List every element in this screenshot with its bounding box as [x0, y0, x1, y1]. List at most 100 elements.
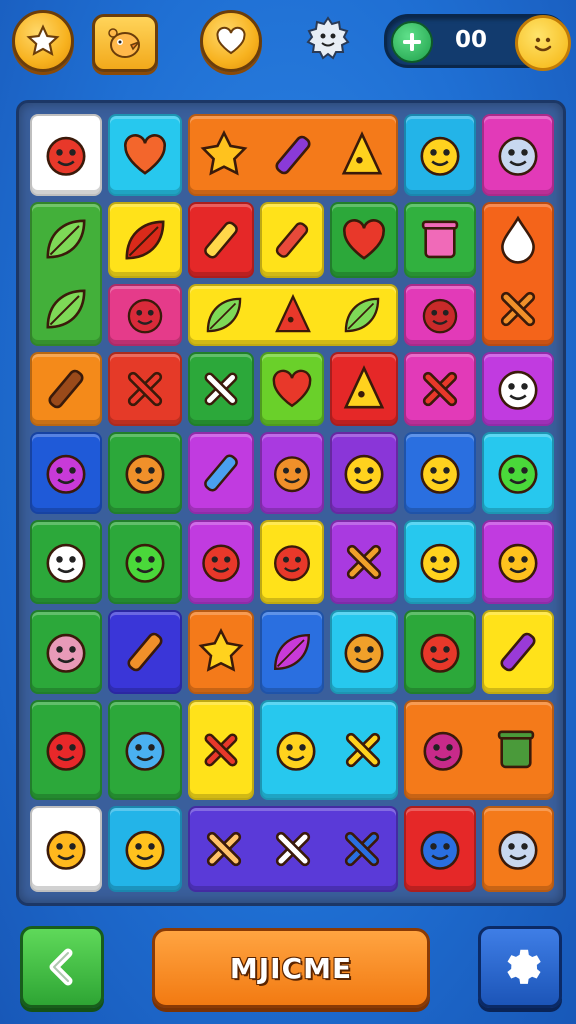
tile-green-ball[interactable] — [404, 610, 476, 694]
tile-pencil[interactable] — [188, 202, 254, 278]
leaf-icon — [46, 289, 86, 329]
gear-icon — [507, 949, 541, 984]
tile-leaves[interactable] — [30, 202, 102, 346]
cheese-icon — [341, 131, 382, 175]
tile-sun-carrot-cheese[interactable] — [188, 114, 398, 196]
star-icon — [26, 24, 60, 56]
smiley-coin — [515, 15, 571, 71]
heart-button[interactable] — [200, 10, 262, 72]
tile-leaves-yellow[interactable] — [188, 284, 398, 346]
tile-ring[interactable] — [404, 520, 476, 604]
red-cone-icon — [275, 293, 311, 333]
tile-robot[interactable] — [404, 202, 476, 278]
acorn-icon — [125, 454, 165, 494]
fox-icon — [500, 291, 536, 327]
tile-red-x[interactable] — [188, 700, 254, 800]
red-fish-icon — [127, 298, 163, 334]
add-coins-button[interactable] — [391, 21, 433, 63]
balloon-icon — [125, 731, 165, 771]
tile-feather[interactable] — [260, 610, 324, 694]
chicken-icon — [46, 543, 86, 583]
tile-red-leaf[interactable] — [108, 202, 182, 278]
tile-red-heart[interactable] — [330, 202, 398, 278]
ring-icon — [420, 543, 460, 583]
tile-acorn[interactable] — [108, 432, 182, 514]
tile-drop-fox[interactable] — [482, 202, 554, 346]
tile-green-blob[interactable] — [108, 520, 182, 604]
tile-bee[interactable] — [330, 432, 398, 514]
tile-red-cross[interactable] — [108, 352, 182, 426]
tile-green-fish[interactable] — [482, 432, 554, 514]
monster-icon — [498, 370, 538, 410]
koala-icon — [498, 136, 538, 176]
green-blob-icon — [125, 543, 165, 583]
tile-red-ball[interactable] — [188, 520, 254, 604]
leaf-icon — [46, 219, 86, 259]
red-bird-icon — [46, 136, 86, 176]
sun-face-icon — [125, 830, 165, 870]
back-button[interactable] — [20, 926, 104, 1008]
tile-red-cross-2[interactable] — [404, 352, 476, 426]
trash-can-icon — [497, 730, 534, 769]
rocket-icon — [275, 222, 309, 258]
tile-beet-trash[interactable] — [404, 700, 554, 800]
tile-koala[interactable] — [482, 114, 554, 196]
yellow-smiley-icon — [420, 136, 460, 176]
crayon-icon — [500, 632, 536, 672]
tile-cheese[interactable] — [330, 352, 398, 426]
tile-torch[interactable] — [108, 610, 182, 694]
tile-heart-2[interactable] — [260, 352, 324, 426]
orange-bird-icon — [274, 456, 310, 493]
tile-bomb[interactable] — [260, 520, 324, 604]
tile-purple-blob[interactable] — [30, 432, 102, 514]
tile-orange-bird[interactable] — [260, 432, 324, 514]
hammer-icon — [204, 454, 238, 492]
main-action-button[interactable]: MJICME — [152, 928, 430, 1008]
star-button[interactable] — [12, 10, 74, 72]
tile-sticks[interactable] — [188, 352, 254, 426]
tile-hammer[interactable] — [188, 432, 254, 514]
tile-strawberry[interactable] — [30, 700, 102, 800]
carrot-icon — [275, 135, 311, 175]
cheese-icon — [343, 365, 385, 409]
earth-icon — [420, 830, 460, 870]
tile-red-lizard[interactable] — [404, 284, 476, 346]
purple-blob-icon — [46, 454, 86, 494]
tile-star[interactable] — [188, 610, 254, 694]
tile-yellow-fish[interactable] — [404, 432, 476, 514]
tile-sword-box[interactable] — [188, 806, 398, 892]
chick-button[interactable] — [92, 14, 158, 72]
red-cross-icon — [422, 371, 458, 407]
bee-icon — [344, 454, 384, 494]
pencil-icon — [204, 221, 238, 259]
tile-duck[interactable] — [482, 520, 554, 604]
tile-rocket[interactable] — [260, 202, 324, 278]
heart-icon — [124, 134, 166, 175]
tile-monster[interactable] — [482, 352, 554, 426]
settings-button[interactable] — [478, 926, 562, 1008]
robot-icon — [421, 220, 459, 259]
tile-red-fish[interactable] — [108, 284, 182, 346]
tile-earth[interactable] — [404, 806, 476, 892]
tile-red-bird[interactable] — [30, 114, 102, 196]
bear-icon — [498, 830, 538, 870]
gear-face-button[interactable] — [304, 14, 352, 62]
sun-icon — [200, 129, 248, 176]
tile-sun-face[interactable] — [108, 806, 182, 892]
tile-bird-x[interactable] — [260, 700, 398, 800]
yellow-bird-icon — [276, 731, 315, 771]
tile-yellow-smiley[interactable] — [404, 114, 476, 196]
tile-crayon[interactable] — [482, 610, 554, 694]
tile-chicken[interactable] — [30, 520, 102, 604]
tile-log[interactable] — [30, 352, 102, 426]
heart-icon — [216, 26, 246, 55]
tile-orange[interactable] — [30, 806, 102, 892]
tile-bear[interactable] — [482, 806, 554, 892]
tile-balloon[interactable] — [108, 700, 182, 800]
tile-turnip[interactable] — [30, 610, 102, 694]
tile-orange-x[interactable] — [330, 520, 398, 604]
tile-heart[interactable] — [108, 114, 182, 196]
strawberry-icon — [46, 731, 86, 771]
leaf-icon — [344, 297, 379, 333]
tile-pineapple[interactable] — [330, 610, 398, 694]
